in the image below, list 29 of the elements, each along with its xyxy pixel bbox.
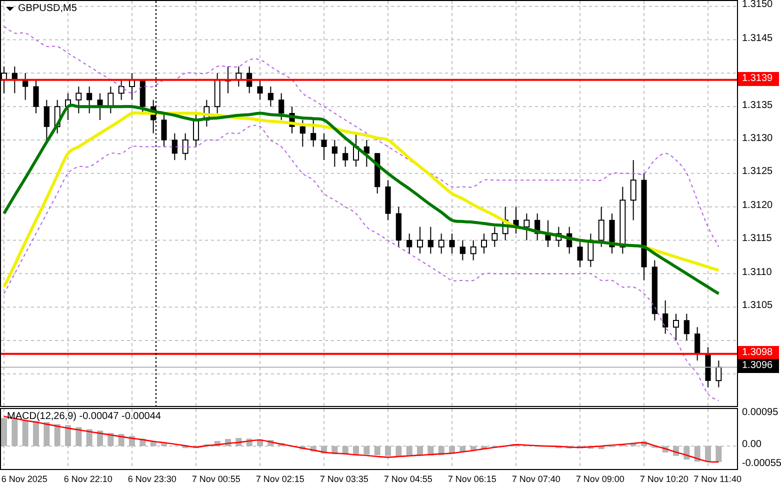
- indicator-scale-label: 0.00: [742, 438, 762, 452]
- price-label: 1.3115: [742, 232, 772, 246]
- price-badge: 1.3098: [738, 346, 779, 360]
- time-label: 7 Nov 02:15: [256, 473, 304, 486]
- symbol-label: GBPUSD,M5: [18, 3, 77, 14]
- time-label: 7 Nov 03:35: [320, 473, 368, 486]
- price-label: 1.3120: [742, 198, 773, 213]
- indicator-scale-label: -0.00055: [742, 456, 781, 471]
- time-label: 7 Nov 07:40: [512, 473, 560, 486]
- time-label: 7 Nov 06:15: [448, 473, 496, 486]
- indicator-scale-label: 0.00095: [742, 406, 778, 420]
- price-badge: 1.3139: [738, 72, 779, 86]
- time-label: 6 Nov 23:30: [128, 473, 176, 486]
- price-label: 1.3105: [742, 299, 773, 314]
- time-label: 6 Nov 22:10: [64, 473, 112, 486]
- price-label: 1.3110: [742, 266, 772, 280]
- price-label: 1.3135: [742, 98, 773, 113]
- price-label: 1.3150: [742, 0, 773, 12]
- price-badge: 1.3096: [738, 359, 779, 374]
- time-label: 6 Nov 2025: [1, 473, 48, 486]
- price-label: 1.3130: [742, 132, 773, 146]
- price-label: 1.3125: [742, 165, 773, 180]
- price-label: 1.3145: [742, 32, 773, 46]
- time-label: 7 Nov 09:00: [576, 473, 624, 486]
- time-label: 7 Nov 10:20: [640, 473, 688, 486]
- time-label: 7 Nov 00:55: [192, 473, 240, 486]
- time-label: 7 Nov 11:40: [694, 473, 742, 486]
- time-label: 7 Nov 04:55: [384, 473, 432, 486]
- indicator-label: MACD(12,26,9) -0.00047 -0.00044: [7, 411, 161, 422]
